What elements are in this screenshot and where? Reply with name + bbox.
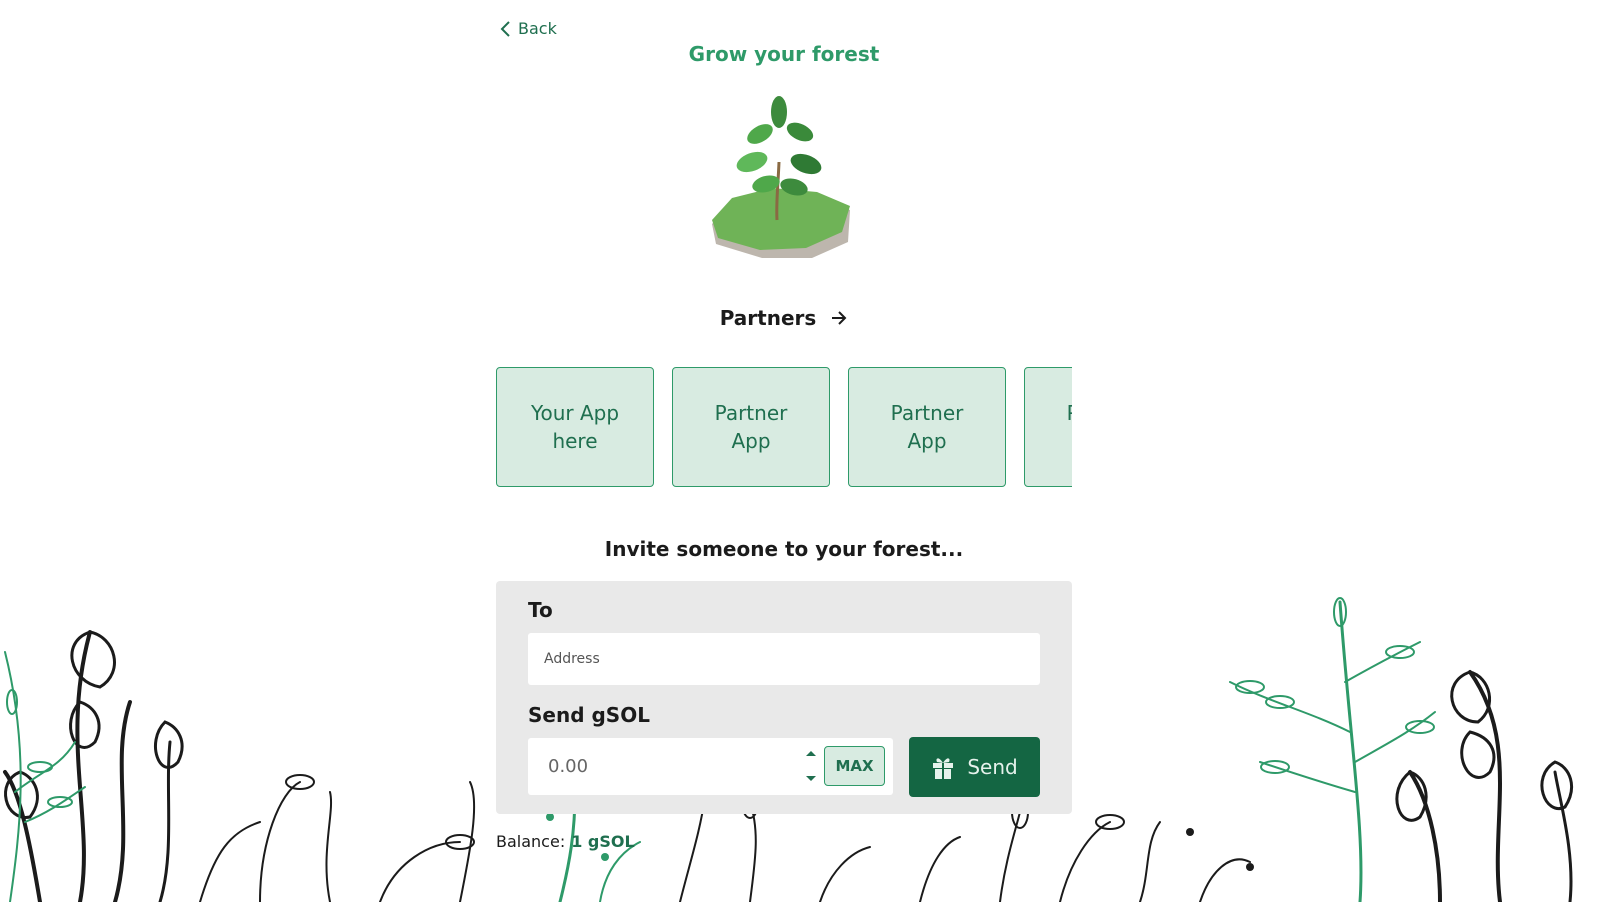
send-button[interactable]: Send <box>909 737 1040 797</box>
increment-arrow-icon[interactable] <box>804 747 818 759</box>
partners-carousel[interactable]: Your App here Partner App Partner App Pa… <box>496 367 1072 489</box>
address-input[interactable] <box>528 633 1040 685</box>
to-label: To <box>528 598 553 622</box>
amount-field: MAX <box>528 738 893 795</box>
partner-card-label: Partner App <box>714 401 788 453</box>
send-gsol-label: Send gSOL <box>528 703 650 727</box>
partners-link[interactable]: Partners <box>496 306 1072 330</box>
partner-card[interactable]: Partner App <box>1024 367 1072 487</box>
invite-heading: Invite someone to your forest... <box>604 537 964 561</box>
page-title: Grow your forest <box>688 42 880 66</box>
partner-card-label: Partner App <box>1053 399 1072 455</box>
decrement-arrow-icon[interactable] <box>804 773 818 785</box>
sapling-illustration <box>712 96 850 258</box>
back-link[interactable]: Back <box>500 19 557 38</box>
partner-card-label: Partner App <box>890 401 964 453</box>
amount-input[interactable] <box>528 738 798 795</box>
partners-heading: Partners <box>719 306 817 330</box>
gift-icon <box>933 758 954 779</box>
send-button-label: Send <box>967 755 1018 779</box>
chevron-left-icon <box>500 20 510 37</box>
partner-card[interactable]: Partner App <box>672 367 830 487</box>
partner-card-label: Your App here <box>530 401 620 453</box>
arrow-right-icon <box>832 311 847 325</box>
partner-card[interactable]: Partner App <box>848 367 1006 487</box>
back-label: Back <box>518 19 557 38</box>
partner-card[interactable]: Your App here <box>496 367 654 487</box>
balance-label: Balance: <box>496 832 566 851</box>
max-button[interactable]: MAX <box>824 746 885 786</box>
balance-row: Balance: 1 gSOL <box>496 832 635 851</box>
balance-value: 1 gSOL <box>571 832 635 851</box>
